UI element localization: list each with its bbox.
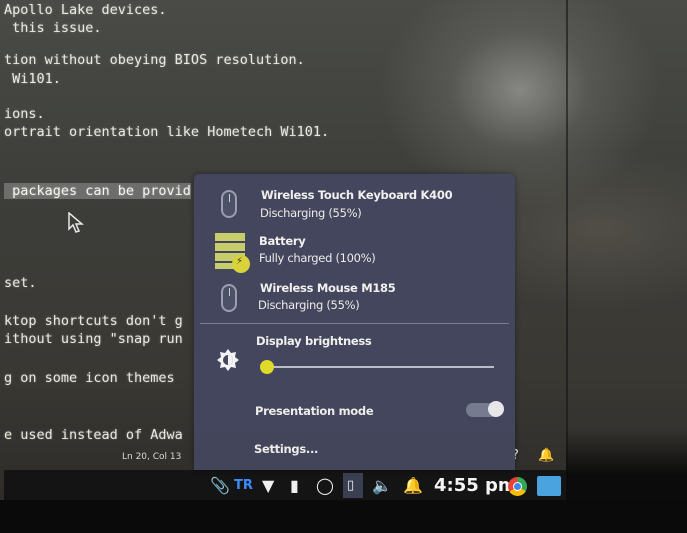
device-row-mouse[interactable]: Wireless Mouse M185 Discharging (55%) bbox=[194, 278, 515, 322]
phone-icon[interactable]: ▮ bbox=[290, 478, 299, 494]
charging-icon bbox=[232, 255, 250, 273]
terminal-line: ortrait orientation like Hometech Wi101. bbox=[4, 124, 330, 140]
mouse-icon bbox=[221, 284, 237, 312]
device-name: Wireless Mouse M185 bbox=[260, 281, 396, 295]
brightness-icon bbox=[217, 349, 239, 371]
terminal-line: tion without obeying BIOS resolution. bbox=[4, 52, 305, 68]
brightness-slider-track[interactable] bbox=[264, 366, 494, 368]
mouse-pointer-icon bbox=[68, 212, 84, 233]
clock[interactable]: 4:55 pm bbox=[434, 475, 517, 496]
terminal-line: ktop shortcuts don't g bbox=[4, 313, 183, 329]
device-row-keyboard[interactable]: Wireless Touch Keyboard K400 Discharging… bbox=[194, 184, 515, 228]
device-name: Battery bbox=[259, 234, 306, 248]
device-name: Wireless Touch Keyboard K400 bbox=[261, 188, 453, 202]
settings-link[interactable]: Settings... bbox=[254, 442, 318, 456]
disk-icon[interactable]: ◯ bbox=[316, 478, 334, 494]
terminal-line-selected[interactable]: packages can be provid bbox=[4, 183, 191, 199]
presentation-mode-toggle-knob[interactable] bbox=[488, 401, 504, 417]
keyboard-layout-indicator[interactable]: TR bbox=[234, 478, 253, 493]
power-popup-menu: Wireless Touch Keyboard K400 Discharging… bbox=[194, 174, 515, 470]
terminal-line: Wi101. bbox=[4, 71, 61, 87]
terminal-line: Apollo Lake devices. bbox=[4, 2, 167, 18]
editor-status-position: Ln 20, Col 13 bbox=[122, 452, 182, 462]
presentation-mode-label: Presentation mode bbox=[255, 404, 374, 418]
terminal-line: e used instead of Adwa bbox=[4, 427, 183, 443]
terminal-line: ions. bbox=[4, 106, 45, 122]
divider bbox=[200, 323, 509, 324]
vscode-icon[interactable] bbox=[537, 476, 561, 496]
wifi-icon[interactable]: ▼ bbox=[262, 478, 274, 494]
device-status: Discharging (55%) bbox=[258, 298, 360, 312]
bell-icon[interactable]: 🔔 bbox=[538, 448, 554, 464]
terminal-line: ithout using "snap run bbox=[4, 331, 183, 347]
device-status: Fully charged (100%) bbox=[259, 251, 376, 265]
bell-icon[interactable]: 🔔 bbox=[403, 478, 423, 494]
device-status: Discharging (55%) bbox=[260, 206, 362, 220]
paperclip-icon[interactable]: 📎 bbox=[210, 478, 230, 494]
terminal-line: g on some icon themes bbox=[4, 370, 175, 386]
volume-icon[interactable]: 🔈 bbox=[372, 478, 392, 494]
terminal-line: set. bbox=[4, 275, 37, 291]
chrome-icon[interactable] bbox=[508, 477, 527, 496]
battery-icon[interactable]: ▯ bbox=[347, 478, 354, 494]
mouse-icon bbox=[221, 190, 237, 218]
terminal-line: this issue. bbox=[4, 20, 102, 36]
brightness-slider-knob[interactable] bbox=[260, 360, 274, 374]
brightness-label: Display brightness bbox=[256, 334, 372, 348]
photo-bottom-edge bbox=[0, 500, 687, 533]
